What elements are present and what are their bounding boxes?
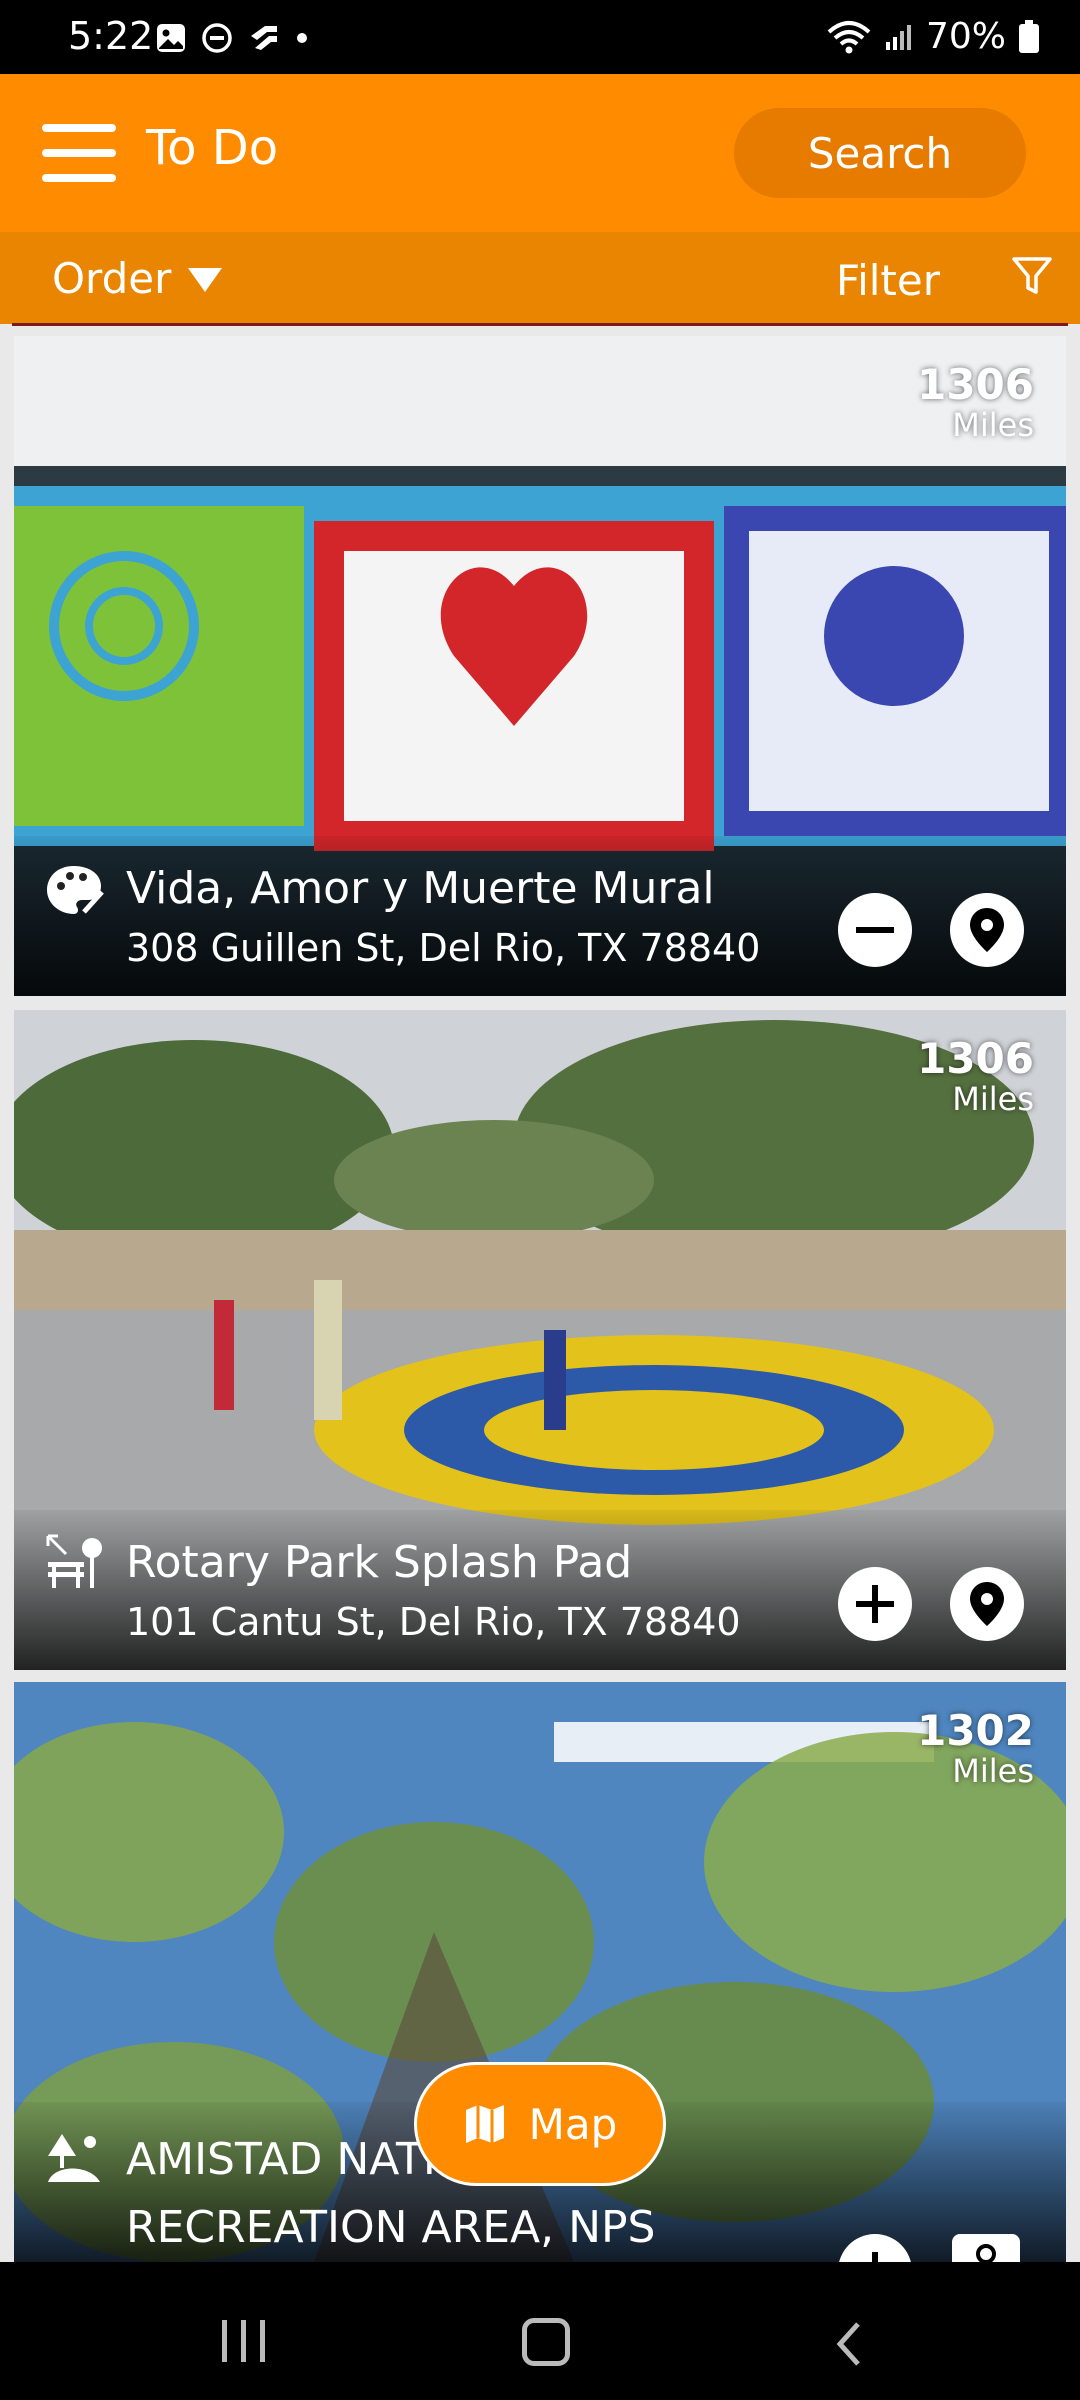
- status-bar: 5:22 70%: [0, 0, 1080, 74]
- status-right: 70%: [826, 16, 1040, 57]
- filter-button[interactable]: Filter: [836, 256, 940, 305]
- place-title[interactable]: Rotary Park Splash Pad: [126, 1537, 632, 1588]
- place-address: 308 Guillen St, Del Rio, TX 78840: [126, 926, 761, 970]
- recents-button[interactable]: [222, 2320, 265, 2362]
- page-title: To Do: [146, 120, 279, 176]
- distance-badge: 1302 Miles: [917, 1706, 1034, 1791]
- notification-icons: [155, 22, 309, 54]
- distance-value: 1306: [917, 360, 1034, 409]
- distance-unit: Miles: [952, 1752, 1034, 1791]
- back-icon[interactable]: [834, 2320, 864, 2368]
- contact-button[interactable]: [952, 2234, 1020, 2262]
- place-title[interactable]: Vida, Amor y Muerte Mural: [126, 863, 715, 914]
- distance-value: 1306: [917, 1034, 1034, 1083]
- menu-icon[interactable]: [42, 124, 116, 182]
- distance-unit: Miles: [952, 1080, 1034, 1119]
- dot-icon: [297, 33, 307, 43]
- place-title-line-1[interactable]: AMISTAD NATI: [126, 2134, 436, 2185]
- search-button[interactable]: Search: [734, 108, 1026, 198]
- place-address: 101 Cantu St, Del Rio, TX 78840: [126, 1600, 741, 1644]
- app-bar: To Do Search: [0, 74, 1080, 232]
- place-title-line-2[interactable]: RECREATION AREA, NPS: [126, 2202, 655, 2253]
- wifi-icon: [827, 20, 871, 53]
- caret-down-icon[interactable]: [188, 268, 222, 292]
- park-bench-icon: [46, 1534, 102, 1588]
- home-button[interactable]: [522, 2318, 570, 2366]
- distance-badge: 1306 Miles: [917, 360, 1034, 445]
- place-card[interactable]: 1306 Miles Rotary Park Splash Pad 101 Ca…: [14, 1010, 1066, 1670]
- app-notification-icon: [251, 26, 277, 50]
- add-button[interactable]: [838, 1567, 912, 1641]
- map-icon: [465, 2105, 504, 2143]
- person-icon: [976, 2244, 996, 2262]
- map-button-label: Map: [528, 2099, 618, 2149]
- do-not-disturb-icon: [202, 23, 232, 53]
- status-time: 5:22: [68, 14, 154, 58]
- remove-button[interactable]: [838, 893, 912, 967]
- battery-icon: [1019, 19, 1039, 53]
- art-palette-icon: [47, 866, 104, 914]
- plus-circle-icon: [856, 1585, 894, 1623]
- sort-filter-bar: Order Filter: [0, 232, 1080, 324]
- distance-badge: 1306 Miles: [917, 1034, 1034, 1119]
- nature-icon: [48, 2134, 100, 2182]
- system-nav-bar: [0, 2262, 1080, 2400]
- filter-funnel-icon[interactable]: [1010, 254, 1054, 298]
- battery-percent: 70%: [925, 16, 1006, 57]
- place-card[interactable]: 1306 Miles Vida, Amor y Muerte Mural 308…: [14, 336, 1066, 996]
- order-dropdown[interactable]: Order: [52, 254, 171, 303]
- plus-circle-icon: [872, 2252, 878, 2262]
- gallery-icon: [157, 24, 185, 52]
- signal-icon: [885, 24, 911, 50]
- distance-unit: Miles: [952, 406, 1034, 445]
- location-pin-icon: [970, 908, 1004, 952]
- location-pin-icon: [970, 1582, 1004, 1626]
- location-button[interactable]: [950, 1567, 1024, 1641]
- map-button[interactable]: Map: [414, 2062, 666, 2186]
- distance-value: 1302: [917, 1706, 1034, 1755]
- divider: [12, 323, 1068, 326]
- minus-circle-icon: [856, 927, 894, 933]
- location-button[interactable]: [950, 893, 1024, 967]
